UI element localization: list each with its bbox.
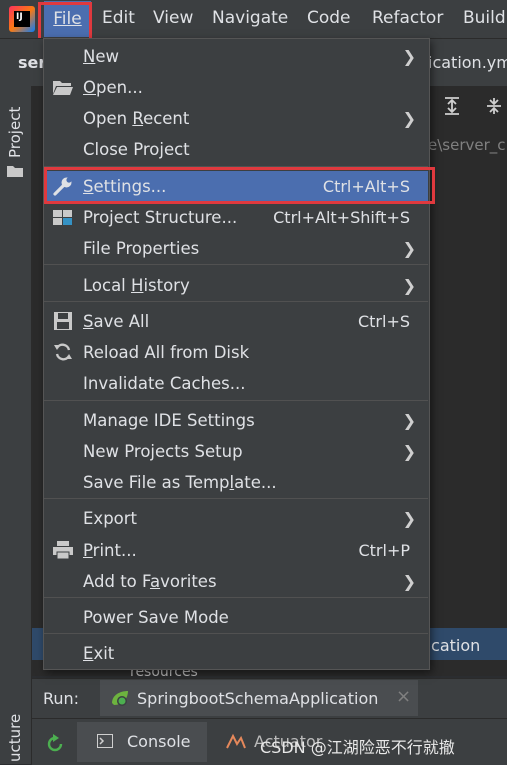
menu-separator [44,633,428,634]
spring-boot-icon [112,691,128,706]
project-structure-icon [52,207,74,227]
menu-item-label: Invalidate Caches... [83,373,246,393]
actuator-icon [226,733,246,749]
menu-item-open-recent[interactable]: Open Recent ❯ [44,103,428,133]
intellij-logo-icon[interactable]: IJ [9,6,35,32]
menu-item-reload-all[interactable]: Reload All from Disk [44,337,428,367]
menu-item-label: Open... [83,77,143,97]
reload-icon [52,342,74,362]
chevron-right-icon: ❯ [402,571,416,591]
left-tool-bar: Project ucture [0,86,32,764]
menu-item-exit[interactable]: Exit [44,638,428,668]
menu-item-label: Export [83,508,138,528]
menu-separator [44,301,428,302]
menu-separator [44,400,428,401]
menu-item-label: Add to Favorites [83,571,217,591]
folder-icon [7,166,23,177]
chevron-right-icon: ❯ [402,238,416,258]
structure-tool-label[interactable]: ucture [6,714,24,762]
menu-item-export[interactable]: Export ❯ [44,503,428,533]
chevron-right-icon: ❯ [402,508,416,528]
menu-item-label: Print... [83,540,137,560]
menu-item-label: Open Recent [83,108,190,128]
menu-item-open[interactable]: Open... [44,72,428,102]
project-tool-label[interactable]: Project [6,107,24,158]
menu-code[interactable]: Code [307,8,351,28]
menu-item-label: Reload All from Disk [83,342,250,362]
chevron-right-icon: ❯ [402,46,416,66]
menu-refactor[interactable]: Refactor [372,8,443,28]
menu-edit[interactable]: Edit [102,8,135,28]
menu-item-shortcut: Ctrl+P [358,540,410,560]
menu-item-file-properties[interactable]: File Properties ❯ [44,233,428,263]
menu-item-label: New Projects Setup [83,441,243,461]
path-text: e\server_c [428,136,506,154]
menu-item-close-project[interactable]: Close Project [44,134,428,164]
menu-separator [44,597,428,598]
menu-navigate[interactable]: Navigate [212,8,288,28]
console-icon [97,734,113,748]
file-tab-label[interactable]: ication.ym [428,53,507,72]
menu-view[interactable]: View [153,8,193,28]
menu-item-new-projects-setup[interactable]: New Projects Setup ❯ [44,436,428,466]
menu-separator [44,264,428,265]
menu-item-new[interactable]: New ❯ [44,41,428,71]
menu-item-label: File Properties [83,238,200,258]
menu-item-label: Manage IDE Settings [83,410,255,430]
menu-item-label: Close Project [83,139,190,159]
menu-item-label: Power Save Mode [83,607,229,627]
menu-item-label: Project Structure... [83,207,238,227]
console-label: Console [127,732,191,751]
rerun-icon[interactable] [44,733,66,755]
menu-item-label: Save All [83,311,150,331]
menu-item-save-all[interactable]: Save All Ctrl+S [44,306,428,336]
run-label: Run: [43,689,80,708]
menu-item-manage-ide-settings[interactable]: Manage IDE Settings ❯ [44,405,428,435]
menu-item-save-file-as-template[interactable]: Save File as Template... [44,467,428,497]
printer-icon [52,540,74,560]
menu-item-label: Save File as Template... [83,472,277,492]
chevron-right-icon: ❯ [402,410,416,430]
menu-item-label: Exit [83,643,115,663]
menu-item-shortcut: Ctrl+Alt+Shift+S [273,207,410,227]
chevron-right-icon: ❯ [402,275,416,295]
menu-item-local-history[interactable]: Local History ❯ [44,270,428,300]
menu-item-print[interactable]: Print... Ctrl+P [44,535,428,565]
menu-item-add-to-favorites[interactable]: Add to Favorites ❯ [44,566,428,596]
menu-item-power-save-mode[interactable]: Power Save Mode [44,602,428,632]
menu-item-invalidate-caches[interactable]: Invalidate Caches... [44,368,428,398]
menu-build[interactable]: Build [463,8,506,28]
collapse-all-icon[interactable] [484,96,504,116]
menu-item-project-structure[interactable]: Project Structure... Ctrl+Alt+Shift+S [44,202,428,232]
expand-all-icon[interactable] [442,96,462,116]
menu-item-label: Local History [83,275,190,295]
folder-open-icon [52,77,74,97]
menu-separator [44,498,428,499]
run-config-label: SpringbootSchemaApplication [137,689,379,708]
watermark-text: CSDN @江湖险恶不行就撤 [260,738,455,757]
menu-item-label: New [83,46,119,66]
close-icon[interactable]: × [396,686,411,707]
chevron-right-icon: ❯ [402,441,416,461]
save-icon [52,311,74,331]
chevron-right-icon: ❯ [402,108,416,128]
menu-item-shortcut: Ctrl+S [357,311,410,331]
settings-highlight [44,167,435,204]
